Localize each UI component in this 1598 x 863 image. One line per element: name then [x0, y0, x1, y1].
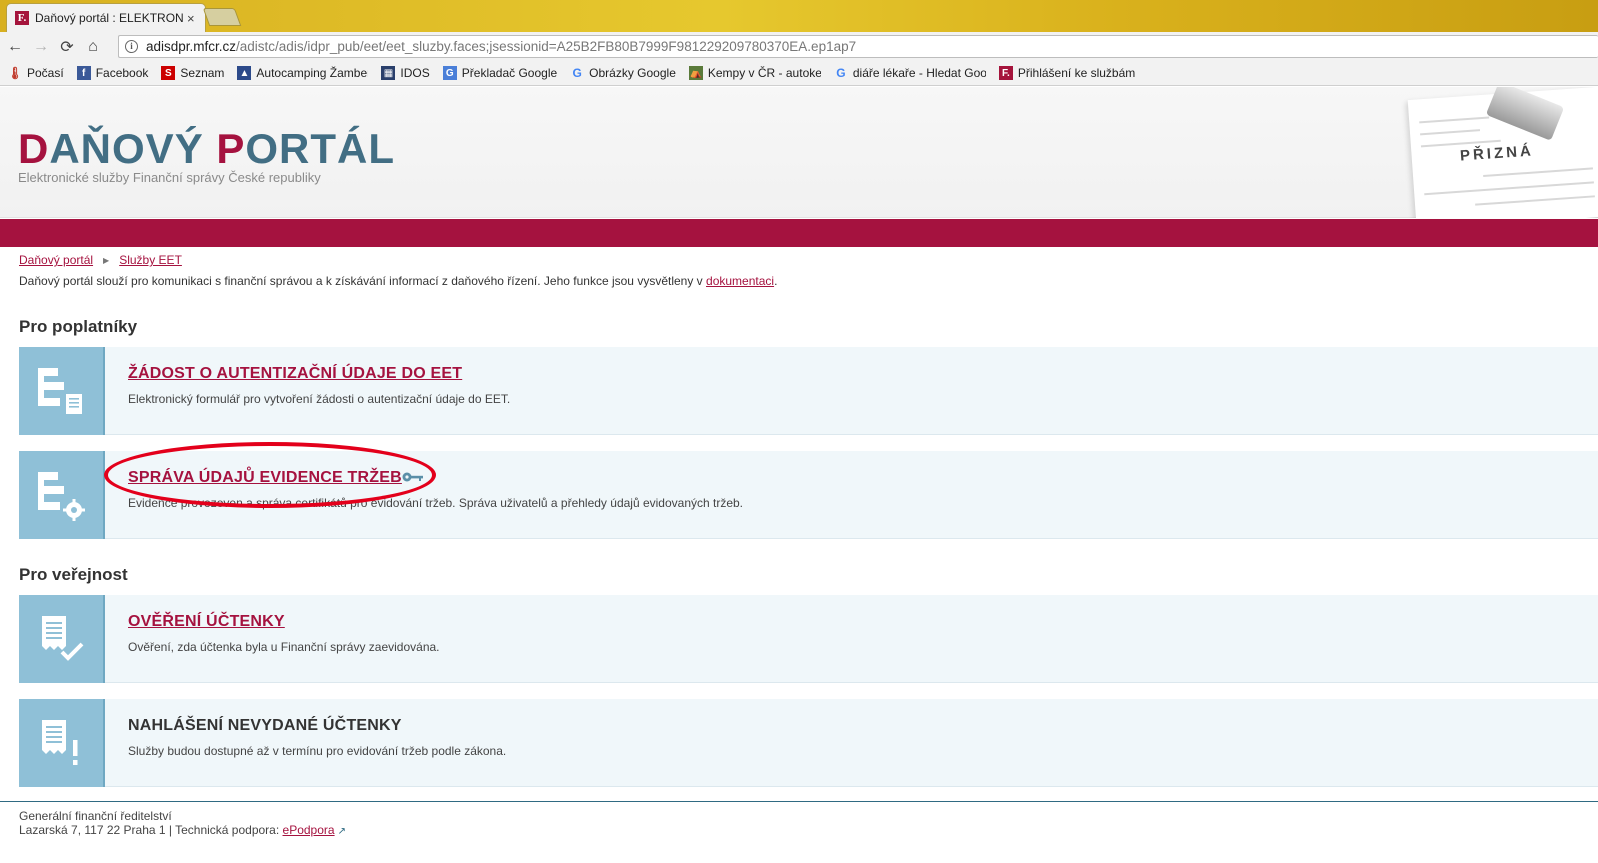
google-icon: G: [836, 66, 846, 80]
new-tab-button[interactable]: [202, 8, 242, 26]
bookmark-item[interactable]: ▦ IDOS: [381, 66, 430, 80]
bookmark-label: Autocamping Žamberk: [256, 66, 369, 80]
section-heading-public: Pro veřejnost: [19, 565, 128, 584]
google-icon: G: [572, 66, 582, 80]
form-line: [1475, 195, 1595, 206]
service-link-eet-management[interactable]: SPRÁVA ÚDAJŮ EVIDENCE TRŽEB: [128, 469, 402, 487]
url-path: /adistc/adis/idpr_pub/eet/eet_sluzby.fac…: [236, 39, 857, 54]
bookmark-label: Překladač Google: [461, 66, 558, 80]
idos-icon: ▦: [381, 66, 396, 80]
breadcrumb-separator-icon: ▶: [103, 255, 110, 265]
autocamping-icon: ▲: [237, 66, 252, 80]
brand-band: [0, 219, 1598, 247]
section-heading-taxpayers: Pro poplatníky: [19, 317, 138, 336]
form-settings-icon: [19, 451, 105, 539]
bookmark-label: diáře lékaře - Hledat Googlem: [852, 66, 986, 80]
portal-subtitle: Elektronické služby Finanční správy Česk…: [18, 170, 321, 185]
bookmark-item[interactable]: f Facebook: [76, 66, 149, 80]
bookmark-item[interactable]: Gdiáře lékaře - Hledat Googlem: [834, 66, 986, 80]
tab-title: Daňový portál : ELEKTRONICKÉ: [35, 11, 183, 25]
back-arrow-icon[interactable]: ←: [2, 35, 28, 59]
portal-logo[interactable]: DAŇOVÝ PORTÁL: [18, 125, 395, 173]
service-card-receipt-report: NAHLÁŠENÍ NEVYDANÉ ÚČTENKY Služby budou …: [19, 699, 1598, 787]
reload-icon[interactable]: ⟳: [54, 35, 80, 59]
receipt-check-icon: [19, 595, 105, 683]
translate-icon: G: [442, 66, 457, 80]
tab-close-icon[interactable]: ×: [187, 11, 195, 26]
service-card-eet-auth[interactable]: ŽÁDOST O AUTENTIZAČNÍ ÚDAJE DO EET Elekt…: [19, 347, 1598, 435]
logo-word-2: ORTÁL: [245, 125, 396, 172]
bookmark-label: Kempy v ČR - autokempy: [707, 66, 821, 80]
form-line: [1419, 116, 1490, 124]
bookmark-label: Obrázky Google: [589, 66, 676, 80]
service-title-receipt-report: NAHLÁŠENÍ NEVYDANÉ ÚČTENKY: [128, 717, 402, 734]
intro-text-before: Daňový portál slouží pro komunikaci s fi…: [19, 274, 707, 288]
breadcrumb-eet-link[interactable]: Služby EET: [119, 253, 182, 267]
bookmark-item[interactable]: S Seznam: [161, 66, 224, 80]
service-link-eet-auth[interactable]: ŽÁDOST O AUTENTIZAČNÍ ÚDAJE DO EET: [128, 365, 462, 383]
form-document-icon: [19, 347, 105, 435]
form-line: [1424, 181, 1594, 196]
bookmarks-bar: 🌡 Počasí f Facebook S Seznam ▲ Autocamping Žamb…: [0, 61, 1598, 86]
page: DAŇOVÝ PORTÁL Elektronické služby Finanč…: [0, 87, 1598, 863]
bookmark-item[interactable]: G Obrázky Google: [570, 66, 676, 80]
service-desc-eet-management: Evidence provozoven a správa certifikátů…: [128, 496, 744, 510]
service-desc-receipt-report: Služby budou dostupné až v termínu pro e…: [128, 744, 507, 758]
site-info-icon[interactable]: i: [125, 40, 138, 53]
key-icon: [402, 472, 423, 482]
portal-header: DAŇOVÝ PORTÁL Elektronické služby Finanč…: [0, 87, 1598, 218]
receipt-alert-icon: [19, 699, 105, 787]
forward-arrow-icon[interactable]: →: [28, 35, 54, 59]
bookmark-label: Počasí: [27, 66, 64, 80]
bookmark-item[interactable]: F. Přihlášení ke službám: [998, 66, 1136, 80]
footer-address: Lazarská 7, 117 22 Praha 1 | Technická p…: [19, 823, 346, 837]
bookmark-label: Facebook: [95, 66, 149, 80]
bookmark-item[interactable]: ▲ Autocamping Žamberk: [237, 66, 368, 80]
bookmark-label: Seznam: [180, 66, 225, 80]
service-card-receipt-verify[interactable]: OVĚŘENÍ ÚČTENKY Ověření, zda účtenka byl…: [19, 595, 1598, 683]
fs-icon: F.: [998, 66, 1013, 80]
home-icon[interactable]: ⌂: [80, 35, 106, 59]
form-line: [1483, 167, 1593, 178]
footer: Generální finanční ředitelství Lazarská …: [0, 801, 1598, 863]
browser-tabstrip: F. Daňový portál : ELEKTRONICKÉ ×: [0, 0, 1598, 32]
logo-word-1: AŇOVÝ: [49, 125, 217, 172]
bookmark-label: Přihlášení ke službám: [1017, 66, 1136, 80]
breadcrumb: Daňový portál ▶ Služby EET: [19, 253, 182, 267]
bookmark-label: IDOS: [400, 66, 430, 80]
footer-address-text: Lazarská 7, 117 22 Praha 1 | Technická p…: [19, 823, 283, 837]
bookmark-item[interactable]: 🌡 Počasí: [7, 66, 64, 80]
intro-text: Daňový portál slouží pro komunikaci s fi…: [19, 274, 777, 288]
footer-org: Generální finanční ředitelství: [19, 809, 172, 823]
facebook-icon: f: [76, 66, 91, 80]
bookmark-item[interactable]: ⛺ Kempy v ČR - autokempy: [688, 66, 821, 80]
breadcrumb-home-link[interactable]: Daňový portál: [19, 253, 93, 267]
service-desc-receipt-verify: Ověření, zda účtenka byla u Finanční spr…: [128, 640, 440, 654]
seznam-icon: S: [161, 66, 176, 80]
url-host: adisdpr.mfcr.cz: [146, 39, 237, 54]
service-card-eet-management[interactable]: SPRÁVA ÚDAJŮ EVIDENCE TRŽEB Evidence pro…: [19, 451, 1598, 539]
tab-favicon: F.: [15, 11, 29, 25]
bookmark-item[interactable]: G Překladač Google: [442, 66, 558, 80]
external-link-icon: ↗: [337, 826, 346, 837]
logo-letter-d: D: [18, 125, 50, 172]
epodpora-link[interactable]: ePodpora: [283, 823, 335, 837]
form-line: [1420, 129, 1481, 136]
browser-tab[interactable]: F. Daňový portál : ELEKTRONICKÉ ×: [6, 3, 206, 32]
browser-toolbar: ← → ⟳ ⌂ i adisdpr.mfcr.cz /adistc/adis/i…: [0, 32, 1598, 61]
address-bar[interactable]: i adisdpr.mfcr.cz /adistc/adis/idpr_pub/…: [118, 35, 1598, 58]
weather-icon: 🌡: [7, 66, 23, 80]
service-link-receipt-verify[interactable]: OVĚŘENÍ ÚČTENKY: [128, 613, 285, 631]
kempy-icon: ⛺: [688, 66, 703, 80]
tax-form-illustration: PŘIZNÁ: [1398, 87, 1598, 218]
service-desc-eet-auth: Elektronický formulář pro vytvoření žádo…: [128, 392, 511, 406]
logo-letter-p: P: [216, 125, 246, 172]
intro-text-after: .: [774, 274, 778, 288]
documentation-link[interactable]: dokumentaci: [706, 274, 774, 288]
